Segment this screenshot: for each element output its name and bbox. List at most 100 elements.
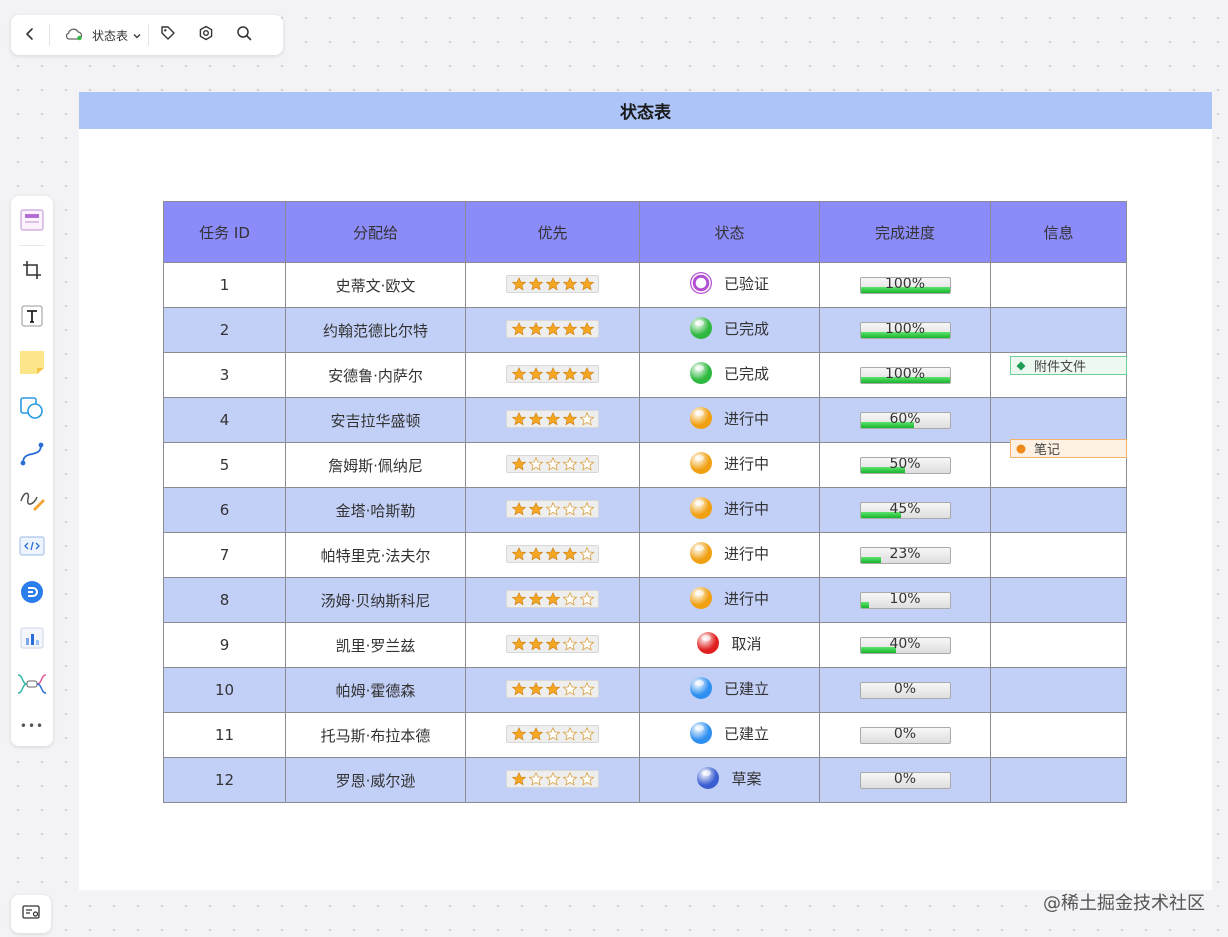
cell-task-id[interactable]: 10 (163, 667, 286, 713)
cell-progress[interactable]: 0% (819, 667, 991, 713)
cell-info[interactable] (990, 532, 1127, 578)
cell-status[interactable]: 进行中 (639, 487, 820, 533)
sticky-note-tool[interactable] (11, 346, 53, 382)
cell-assignee[interactable]: 史蒂文·欧文 (285, 262, 466, 308)
table-row[interactable]: 4 安吉拉华盛顿 进行中 60% (163, 397, 1127, 443)
tag-button[interactable] (149, 15, 187, 55)
cell-progress[interactable]: 50% (819, 442, 991, 488)
cell-priority[interactable] (465, 667, 640, 713)
shapes-tool[interactable] (11, 392, 53, 428)
cell-progress[interactable]: 100% (819, 307, 991, 353)
column-header-status[interactable]: 状态 (639, 201, 820, 263)
cell-info[interactable] (990, 262, 1127, 308)
cell-task-id[interactable]: 12 (163, 757, 286, 803)
cell-task-id[interactable]: 6 (163, 487, 286, 533)
cell-assignee[interactable]: 安吉拉华盛顿 (285, 397, 466, 443)
cell-priority[interactable] (465, 352, 640, 398)
cell-progress[interactable]: 23% (819, 532, 991, 578)
column-header-assignee[interactable]: 分配给 (285, 201, 466, 263)
table-row[interactable]: 5 詹姆斯·佩纳尼 进行中 50% (163, 442, 1127, 488)
code-block-tool[interactable] (11, 530, 53, 566)
cell-assignee[interactable]: 凯里·罗兰兹 (285, 622, 466, 668)
cell-assignee[interactable]: 帕特里克·法夫尔 (285, 532, 466, 578)
cell-status[interactable]: 草案 (639, 757, 820, 803)
cell-assignee[interactable]: 詹姆斯·佩纳尼 (285, 442, 466, 488)
cell-status[interactable]: 已验证 (639, 262, 820, 308)
outline-panel-button[interactable] (11, 895, 51, 933)
cell-task-id[interactable]: 5 (163, 442, 286, 488)
frame-template-tool[interactable] (11, 204, 53, 240)
crop-frame-tool[interactable] (11, 254, 53, 290)
cell-assignee[interactable]: 汤姆·贝纳斯科尼 (285, 577, 466, 623)
cell-task-id[interactable]: 3 (163, 352, 286, 398)
cell-status[interactable]: 进行中 (639, 532, 820, 578)
cell-priority[interactable] (465, 532, 640, 578)
cell-status[interactable]: 已完成 (639, 352, 820, 398)
cell-info[interactable] (990, 307, 1127, 353)
cell-assignee[interactable]: 罗恩·威尔逊 (285, 757, 466, 803)
chart-tool[interactable] (11, 622, 53, 658)
cell-priority[interactable] (465, 757, 640, 803)
cell-progress[interactable]: 0% (819, 757, 991, 803)
table-row[interactable]: 9 凯里·罗兰兹 取消 40% (163, 622, 1127, 668)
settings-button[interactable] (187, 15, 225, 55)
cell-assignee[interactable]: 金塔·哈斯勒 (285, 487, 466, 533)
table-row[interactable]: 8 汤姆·贝纳斯科尼 进行中 10% (163, 577, 1127, 623)
cell-info[interactable] (990, 712, 1127, 758)
column-header-priority[interactable]: 优先 (465, 201, 640, 263)
cell-info[interactable] (990, 487, 1127, 533)
cell-assignee[interactable]: 约翰范德比尔特 (285, 307, 466, 353)
cell-info[interactable] (990, 397, 1127, 443)
table-row[interactable]: 11 托马斯·布拉本德 已建立 0% (163, 712, 1127, 758)
cell-status[interactable]: 已建立 (639, 667, 820, 713)
cell-info[interactable] (990, 667, 1127, 713)
cell-status[interactable]: 进行中 (639, 442, 820, 488)
table-row[interactable]: 6 金塔·哈斯勒 进行中 45% (163, 487, 1127, 533)
cell-priority[interactable] (465, 307, 640, 353)
cell-status[interactable]: 进行中 (639, 397, 820, 443)
cell-priority[interactable] (465, 487, 640, 533)
cell-info[interactable] (990, 757, 1127, 803)
cell-info[interactable] (990, 577, 1127, 623)
cell-task-id[interactable]: 4 (163, 397, 286, 443)
table-row[interactable]: 7 帕特里克·法夫尔 进行中 23% (163, 532, 1127, 578)
text-tool[interactable] (11, 300, 53, 336)
cell-status[interactable]: 已完成 (639, 307, 820, 353)
cell-priority[interactable] (465, 622, 640, 668)
column-header-progress[interactable]: 完成进度 (819, 201, 991, 263)
document-title-dropdown[interactable]: 状态表 (50, 15, 148, 55)
cell-task-id[interactable]: 1 (163, 262, 286, 308)
cell-task-id[interactable]: 2 (163, 307, 286, 353)
table-row[interactable]: 2 约翰范德比尔特 已完成 100% (163, 307, 1127, 353)
cell-task-id[interactable]: 9 (163, 622, 286, 668)
cell-priority[interactable] (465, 442, 640, 488)
status-table[interactable]: 任务 ID 分配给 优先 状态 完成进度 信息 1 史蒂文·欧文 已验证 100% 2 约… (163, 201, 1127, 803)
cell-assignee[interactable]: 帕姆·霍德森 (285, 667, 466, 713)
note-tag[interactable]: 笔记 (1010, 439, 1127, 458)
cell-progress[interactable]: 100% (819, 262, 991, 308)
frame-title[interactable]: 状态表 (79, 92, 1212, 129)
cell-progress[interactable]: 100% (819, 352, 991, 398)
column-header-task-id[interactable]: 任务 ID (163, 201, 286, 263)
table-row[interactable]: 10 帕姆·霍德森 已建立 0% (163, 667, 1127, 713)
cell-progress[interactable]: 0% (819, 712, 991, 758)
cell-priority[interactable] (465, 262, 640, 308)
pen-tool[interactable] (11, 484, 53, 520)
cell-status[interactable]: 已建立 (639, 712, 820, 758)
cell-priority[interactable] (465, 712, 640, 758)
cell-task-id[interactable]: 11 (163, 712, 286, 758)
cell-task-id[interactable]: 7 (163, 532, 286, 578)
cell-priority[interactable] (465, 397, 640, 443)
more-tools-button[interactable]: ••• (11, 708, 53, 744)
cell-assignee[interactable]: 托马斯·布拉本德 (285, 712, 466, 758)
cell-status[interactable]: 进行中 (639, 577, 820, 623)
table-row[interactable]: 12 罗恩·威尔逊 草案 0% (163, 757, 1127, 803)
cell-progress[interactable]: 45% (819, 487, 991, 533)
canvas-frame[interactable]: 状态表 任务 ID 分配给 优先 状态 完成进度 信息 1 史蒂文·欧文 已验证 10… (79, 92, 1212, 890)
column-header-info[interactable]: 信息 (990, 201, 1127, 263)
table-row[interactable]: 1 史蒂文·欧文 已验证 100% (163, 262, 1127, 308)
cell-task-id[interactable]: 8 (163, 577, 286, 623)
cell-priority[interactable] (465, 577, 640, 623)
table-row[interactable]: 3 安德鲁·内萨尔 已完成 100% (163, 352, 1127, 398)
cell-info[interactable] (990, 622, 1127, 668)
